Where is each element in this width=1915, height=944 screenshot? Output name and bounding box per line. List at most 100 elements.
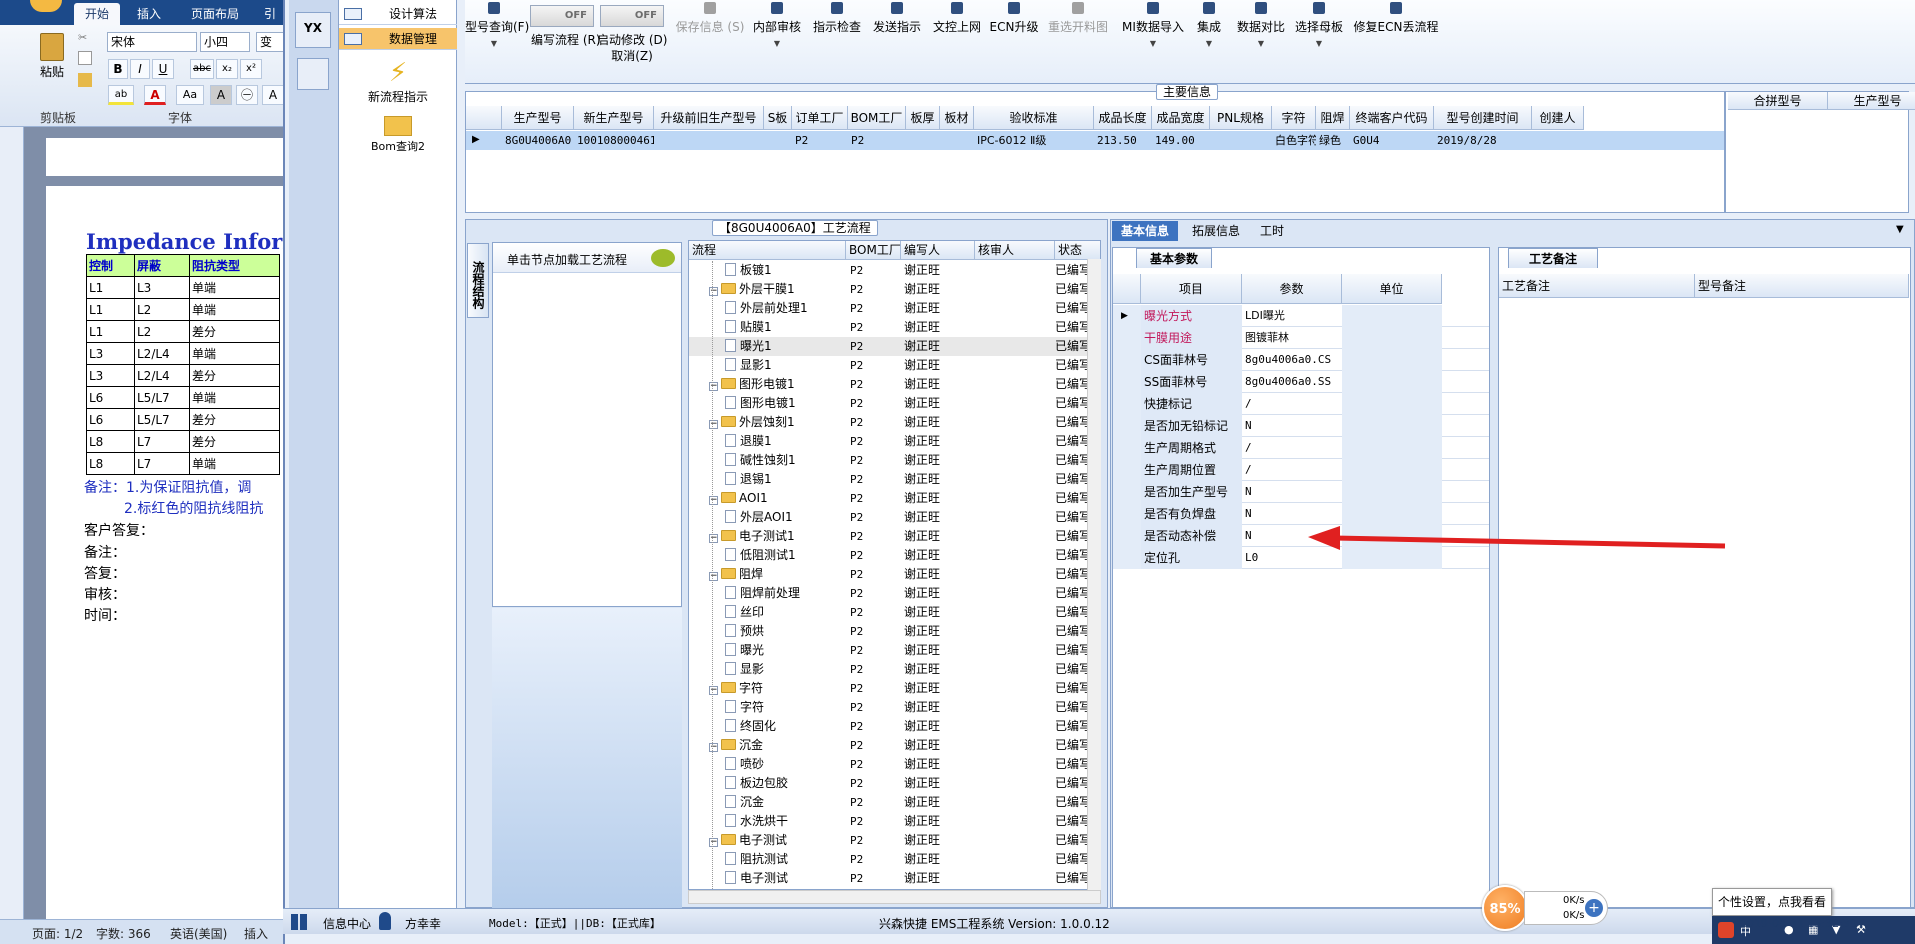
toolbar-button-7[interactable]: 文控上网 (929, 0, 985, 72)
main-info-cell[interactable]: P2 (848, 132, 906, 150)
param-unit[interactable] (1342, 547, 1442, 569)
tree-row[interactable]: 预烘 P2 谢正旺 已编写 (689, 622, 1100, 641)
tree-node[interactable]: − 电子测试 (709, 831, 846, 850)
param-value[interactable]: / (1242, 393, 1342, 415)
font-color-button[interactable]: A (144, 85, 166, 105)
network-speed-widget[interactable]: 0K/s 0K/s + (1524, 891, 1608, 925)
toolbar-button-11[interactable]: 集成 ▼ (1189, 0, 1229, 72)
main-info-col-7[interactable]: 板材 (940, 106, 974, 130)
tree-row[interactable]: 字符 P2 谢正旺 已编写 (689, 698, 1100, 717)
param-unit[interactable] (1342, 349, 1442, 371)
tree-node[interactable]: 曝光 (725, 641, 846, 660)
tree-col-3[interactable]: 核审人 (975, 241, 1055, 260)
superscript-button[interactable]: x² (240, 59, 262, 79)
ime-icon[interactable] (1718, 922, 1734, 938)
plus-icon[interactable]: + (1585, 899, 1603, 917)
main-info-cell[interactable] (940, 132, 974, 150)
nav-item-design-algorithm[interactable]: 设计算法 (339, 3, 457, 25)
toolbar-button-1[interactable]: OFF 编写流程 (R) (530, 0, 601, 72)
tree-row[interactable]: 显影1 P2 谢正旺 已编写 (689, 356, 1100, 375)
collapse-icon[interactable]: − (709, 382, 718, 391)
tree-node[interactable]: 板镀1 (725, 261, 846, 280)
main-info-col-14[interactable]: 终端客户代码 (1350, 106, 1434, 130)
tree-node[interactable]: 贴膜1 (725, 318, 846, 337)
main-info-col-2[interactable]: 升级前旧生产型号 (654, 106, 764, 130)
main-info-col-10[interactable]: 成品宽度 (1152, 106, 1210, 130)
main-info-cell[interactable]: 149.00 (1152, 132, 1210, 150)
clock[interactable]: 2019-08-31 13:32:39 (1740, 917, 1915, 931)
panel-menu-caret-icon[interactable]: ▼ (1896, 224, 1904, 235)
tree-node[interactable]: 低阻测试1 (725, 546, 846, 565)
param-row[interactable]: 生产周期位置 / (1113, 459, 1489, 481)
tree-row[interactable]: 贴膜1 P2 谢正旺 已编写 (689, 318, 1100, 337)
param-value[interactable]: L0 (1242, 547, 1342, 569)
off-toggle[interactable]: OFF (530, 5, 594, 27)
tree-row[interactable]: 退锡1 P2 谢正旺 已编写 (689, 470, 1100, 489)
word-page-count[interactable]: 页面: 1/2 (32, 925, 83, 942)
main-info-cell[interactable]: G0U4 (1350, 132, 1434, 150)
merge-col-0[interactable]: 合拼型号 (1728, 92, 1828, 110)
main-info-col-1[interactable]: 新生产型号 (574, 106, 654, 130)
tree-row[interactable]: − 外层蚀刻1 P2 谢正旺 已编写 (689, 413, 1100, 432)
paste-button[interactable]: 粘贴 (34, 31, 70, 93)
process-tree-vscroll[interactable] (1087, 259, 1101, 890)
tree-node[interactable]: 图形电镀1 (725, 394, 846, 413)
copy-icon[interactable] (78, 51, 92, 65)
param-value[interactable]: N (1242, 415, 1342, 437)
toolbar-button-3[interactable]: 保存信息 (S) (675, 0, 745, 72)
word-tab-insert[interactable]: 插入 (126, 3, 172, 25)
toolbar-button-9[interactable]: 重选开料图 (1043, 0, 1113, 72)
param-row[interactable]: 定位孔 L0 (1113, 547, 1489, 569)
tree-row[interactable]: − 图形电镀1 P2 谢正旺 已编写 (689, 375, 1100, 394)
main-info-col-4[interactable]: 订单工厂 (792, 106, 848, 130)
tree-row[interactable]: − 电子测试 P2 谢正旺 已编写 (689, 831, 1100, 850)
toolbar-button-4[interactable]: 内部审核 ▼ (749, 0, 805, 72)
param-value[interactable]: / (1242, 437, 1342, 459)
collapse-icon[interactable]: − (709, 572, 718, 581)
toolbar-button-10[interactable]: MI数据导入 ▼ (1119, 0, 1187, 72)
tree-node[interactable]: 预烘 (725, 622, 846, 641)
format-painter-icon[interactable] (78, 73, 92, 87)
param-unit[interactable] (1342, 437, 1442, 459)
tree-node[interactable]: − 外层干膜1 (709, 280, 846, 299)
main-info-cell[interactable]: 10010800046170 (574, 132, 654, 150)
font-name-combo[interactable]: 宋体 (107, 32, 197, 52)
collapse-icon[interactable]: − (709, 534, 718, 543)
toolbar-button-5[interactable]: 指示检查 (809, 0, 865, 72)
toolbar-button-13[interactable]: 选择母板 ▼ (1291, 0, 1347, 72)
param-row[interactable]: CS面菲林号 8g0u4006a0.CS (1113, 349, 1489, 371)
param-value[interactable]: N (1242, 481, 1342, 503)
param-unit[interactable] (1342, 393, 1442, 415)
tree-node[interactable]: − 阻焊 (709, 565, 846, 584)
tree-row[interactable]: 曝光 P2 谢正旺 已编写 (689, 641, 1100, 660)
word-language[interactable]: 英语(美国) (170, 925, 227, 942)
toolbar-button-6[interactable]: 发送指示 (869, 0, 925, 72)
main-info-cell[interactable] (1210, 132, 1272, 150)
tree-col-2[interactable]: 编写人 (901, 241, 975, 260)
tree-node[interactable]: 丝印 (725, 603, 846, 622)
main-info-cell[interactable] (1532, 132, 1584, 150)
main-info-col-16[interactable]: 创建人 (1532, 106, 1584, 130)
tree-node[interactable]: 沉金 (725, 793, 846, 812)
main-info-cell[interactable] (906, 132, 940, 150)
tree-row[interactable]: 外层前处理1 P2 谢正旺 已编写 (689, 299, 1100, 318)
param-unit[interactable] (1342, 327, 1442, 349)
param-row[interactable]: 干膜用途 图镀菲林 (1113, 327, 1489, 349)
word-page-2[interactable]: Impedance Information 控制 屏蔽 阻抗类型 L1L3单端L… (46, 186, 283, 919)
personalize-tooltip[interactable]: 个性设置，点我看看 (1712, 888, 1832, 916)
toolbar-button-12[interactable]: 数据对比 ▼ (1233, 0, 1289, 72)
tree-node[interactable]: − AOI1 (709, 489, 846, 508)
main-info-cell[interactable]: 8G0U4006A0 (502, 132, 574, 150)
param-row[interactable]: 是否加生产型号 N (1113, 481, 1489, 503)
tree-col-4[interactable]: 状态 (1055, 241, 1100, 260)
word-tab-layout[interactable]: 页面布局 (180, 3, 250, 25)
param-value[interactable]: / (1242, 459, 1342, 481)
tree-node[interactable]: − 图形电镀1 (709, 375, 846, 394)
off-toggle[interactable]: OFF (600, 5, 664, 27)
tree-node[interactable]: 曝光1 (725, 337, 846, 356)
change-case-button[interactable]: Aa (176, 85, 204, 105)
tab-basic-info[interactable]: 基本信息 (1112, 221, 1178, 241)
main-info-col-5[interactable]: BOM工厂 (848, 106, 906, 130)
collapse-icon[interactable]: − (709, 686, 718, 695)
tree-node[interactable]: 退膜1 (725, 432, 846, 451)
